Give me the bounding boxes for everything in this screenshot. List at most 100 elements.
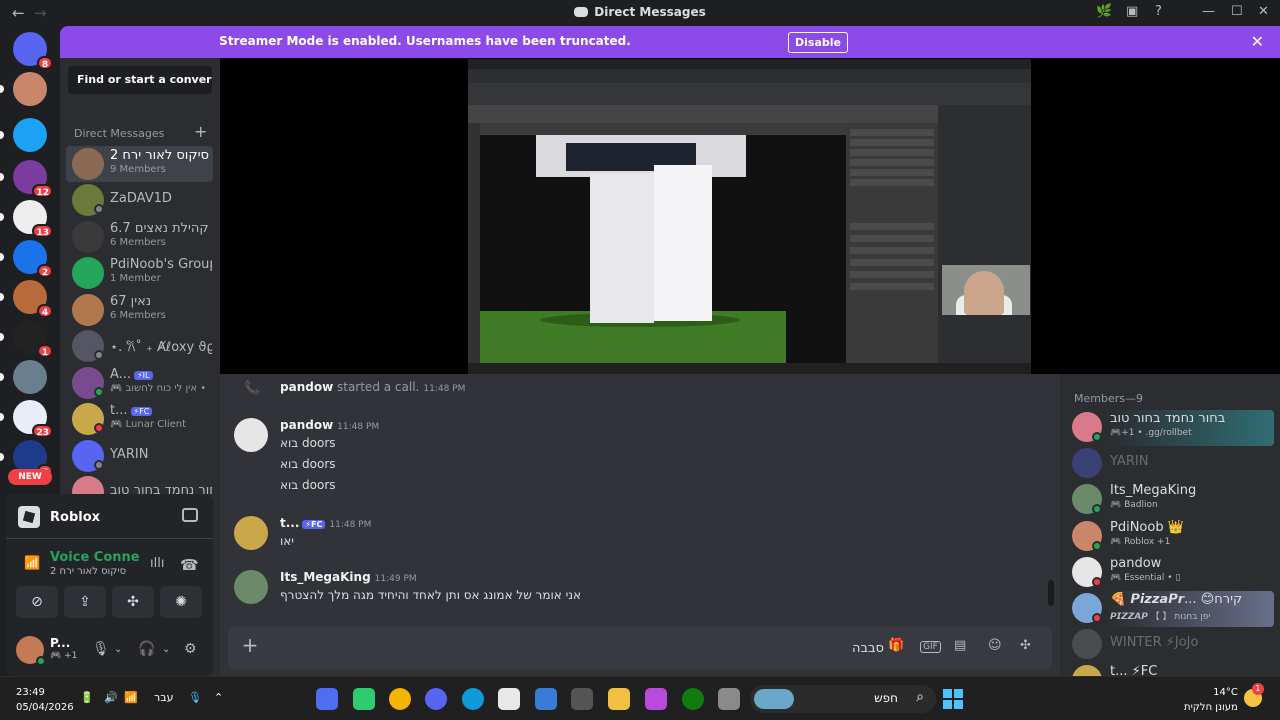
member-item[interactable]: t... ⚡FC [1068,663,1274,676]
server-icon[interactable]: 4 [0,280,53,318]
user-name[interactable]: P... [50,636,70,650]
server-icon[interactable]: 12 [0,160,53,198]
close-banner-icon[interactable]: ✕ [1251,32,1264,51]
author-name[interactable]: Its_MegaKing [280,570,371,584]
apps-icon[interactable]: ✣ [1020,638,1031,653]
chevron-down-icon[interactable]: ⌄ [114,644,122,655]
windows-start-icon[interactable] [943,689,963,709]
server-icon[interactable]: 1 [0,320,53,358]
mic-icon[interactable]: 🎙 [92,641,110,657]
weather-widget[interactable]: 14°C מעונן חלקית 1 [1184,683,1264,715]
dm-item[interactable]: A... ⚡IL 🎮 אין לי כוח לחשוב • [66,365,213,401]
add-attachment-icon[interactable]: + [240,635,260,655]
unread-pill [0,253,4,261]
app-icon-2[interactable] [353,688,375,710]
settings-gear-icon[interactable]: ⚙ [184,641,197,657]
wifi-icon[interactable]: 📶 [124,691,138,704]
dm-item[interactable]: PdiNoob's Group 1 Member [66,255,213,291]
status-indicator [1092,504,1102,514]
share-screen-button[interactable]: ⇪ [64,586,106,618]
minimize-icon[interactable]: — [1202,4,1215,19]
dm-name-text: נאין 67 [110,294,152,309]
chevron-down-icon[interactable]: ⌄ [162,644,170,655]
edge-icon[interactable] [462,688,484,710]
message-author[interactable]: t... ⚡FC 11:48 PM [280,516,371,530]
member-item[interactable]: pandow 🎮 Essential • ▯ [1068,555,1274,591]
message-input[interactable] [272,636,884,660]
scrollbar-thumb[interactable] [1048,580,1054,606]
author-name[interactable]: pandow [280,418,333,432]
status-indicator [1092,432,1102,442]
stream-viewer[interactable] [220,58,1280,375]
voice-connected-status[interactable]: Voice Connecte [50,550,140,565]
member-item[interactable]: 🍕 𝙋𝙞𝙯𝙯𝙖𝙋𝙧... 😊קירח 𝙋𝙄𝙕𝙕𝘼𝙋 【 】 יפן בחנות [1068,591,1274,627]
member-item[interactable]: Its_MegaKing 🎮 Badlion [1068,482,1274,518]
avatar[interactable] [234,570,268,604]
copilot-icon[interactable] [645,688,667,710]
taskbar-search[interactable]: חפש ⌕ [750,685,936,713]
dm-item[interactable]: ⋆. 𐙚˚ ₊ Ⱥℓoxy ϑϱ˖⋆ [66,328,213,364]
server-icon[interactable]: 13 [0,200,53,238]
member-item[interactable]: בחור נחמד בחור טוב 🎮+1 • .gg/rollbet [1068,410,1274,446]
file-explorer-icon[interactable] [608,688,630,710]
mic-active-icon[interactable]: 🎙 [188,691,202,704]
close-window-icon[interactable]: ✕ [1258,4,1269,19]
store-icon[interactable] [498,688,520,710]
language-indicator[interactable]: עבר [154,691,173,704]
camera-off-button[interactable]: ⊘ [16,586,58,618]
message-author[interactable]: Its_MegaKing 11:49 PM [280,570,417,584]
server-icon[interactable]: 23 [0,400,53,438]
signal-icon[interactable]: 📶 [24,556,40,571]
find-conversation-button[interactable]: Find or start a convers... [68,66,212,94]
battery-icon[interactable]: 🔋 [80,691,94,704]
help-icon[interactable]: ? [1155,4,1162,19]
voice-channel-name[interactable]: סיקוס לאור ירח 2 [50,566,160,577]
member-item[interactable]: PdiNoob 👑 🎮 Roblox +1 [1068,519,1274,555]
inbox-icon[interactable]: ▣ [1126,4,1138,19]
create-dm-icon[interactable]: + [194,122,207,141]
app-icon-3[interactable] [535,688,557,710]
dm-item[interactable]: סיקוס לאור ירח 29 Members [66,146,213,182]
roblox-icon [18,506,40,528]
chevron-up-icon[interactable]: ⌃ [214,691,223,704]
screen-share-icon[interactable] [182,508,198,522]
headphones-icon[interactable]: 🎧 [138,641,155,657]
dm-item[interactable]: קהילת נאצים 6.7 6 Members [66,219,213,255]
home-icon[interactable]: 8 [13,32,53,70]
server-icon[interactable]: 2 [0,240,53,278]
dm-item[interactable]: t... ⚡FC 🎮 Lunar Client [66,401,213,437]
avatar[interactable] [234,418,268,452]
app-icon-5[interactable] [718,688,740,710]
server-icon[interactable] [0,360,47,394]
disconnect-icon[interactable]: ☎ [180,556,199,574]
message-author[interactable]: pandow 11:48 PM [280,418,379,432]
gift-icon[interactable]: 🎁 [888,638,904,653]
activity-row[interactable]: Roblox [12,500,208,534]
activities-button[interactable]: ✣ [112,586,154,618]
xbox-icon[interactable] [682,688,704,710]
nitro-leaf-icon[interactable]: 🌿 [1096,4,1112,19]
server-icon[interactable] [0,72,47,106]
avatar[interactable] [234,516,268,550]
member-item[interactable]: WINTER ⚡JoJo [1068,627,1274,663]
dm-item[interactable]: נאין 67 6 Members [66,292,213,328]
app-icon-4[interactable] [571,688,593,710]
emoji-icon[interactable]: ☺ [988,638,1002,653]
gif-icon[interactable]: GIF [920,641,941,653]
discord-taskbar-icon[interactable] [425,688,447,710]
sticker-icon[interactable]: ▤ [954,638,966,653]
chrome-icon[interactable] [389,688,411,710]
server-icon[interactable] [0,118,47,152]
disable-streamer-mode-button[interactable]: Disable [788,32,848,53]
dm-item[interactable]: ZaDAV1D [66,182,213,218]
app-icon-1[interactable] [316,688,338,710]
author-name[interactable]: t... [280,516,299,530]
avatar [72,148,104,180]
clock[interactable]: 23:49 05/04/2026 [16,685,74,715]
noise-suppression-icon[interactable]: ıllı [150,556,164,571]
soundboard-button[interactable]: ✺ [160,586,202,618]
member-item[interactable]: YARIN [1068,446,1274,482]
maximize-icon[interactable]: ☐ [1231,4,1243,19]
dm-item[interactable]: YARIN [66,438,213,474]
volume-icon[interactable]: 🔊 [104,691,118,704]
